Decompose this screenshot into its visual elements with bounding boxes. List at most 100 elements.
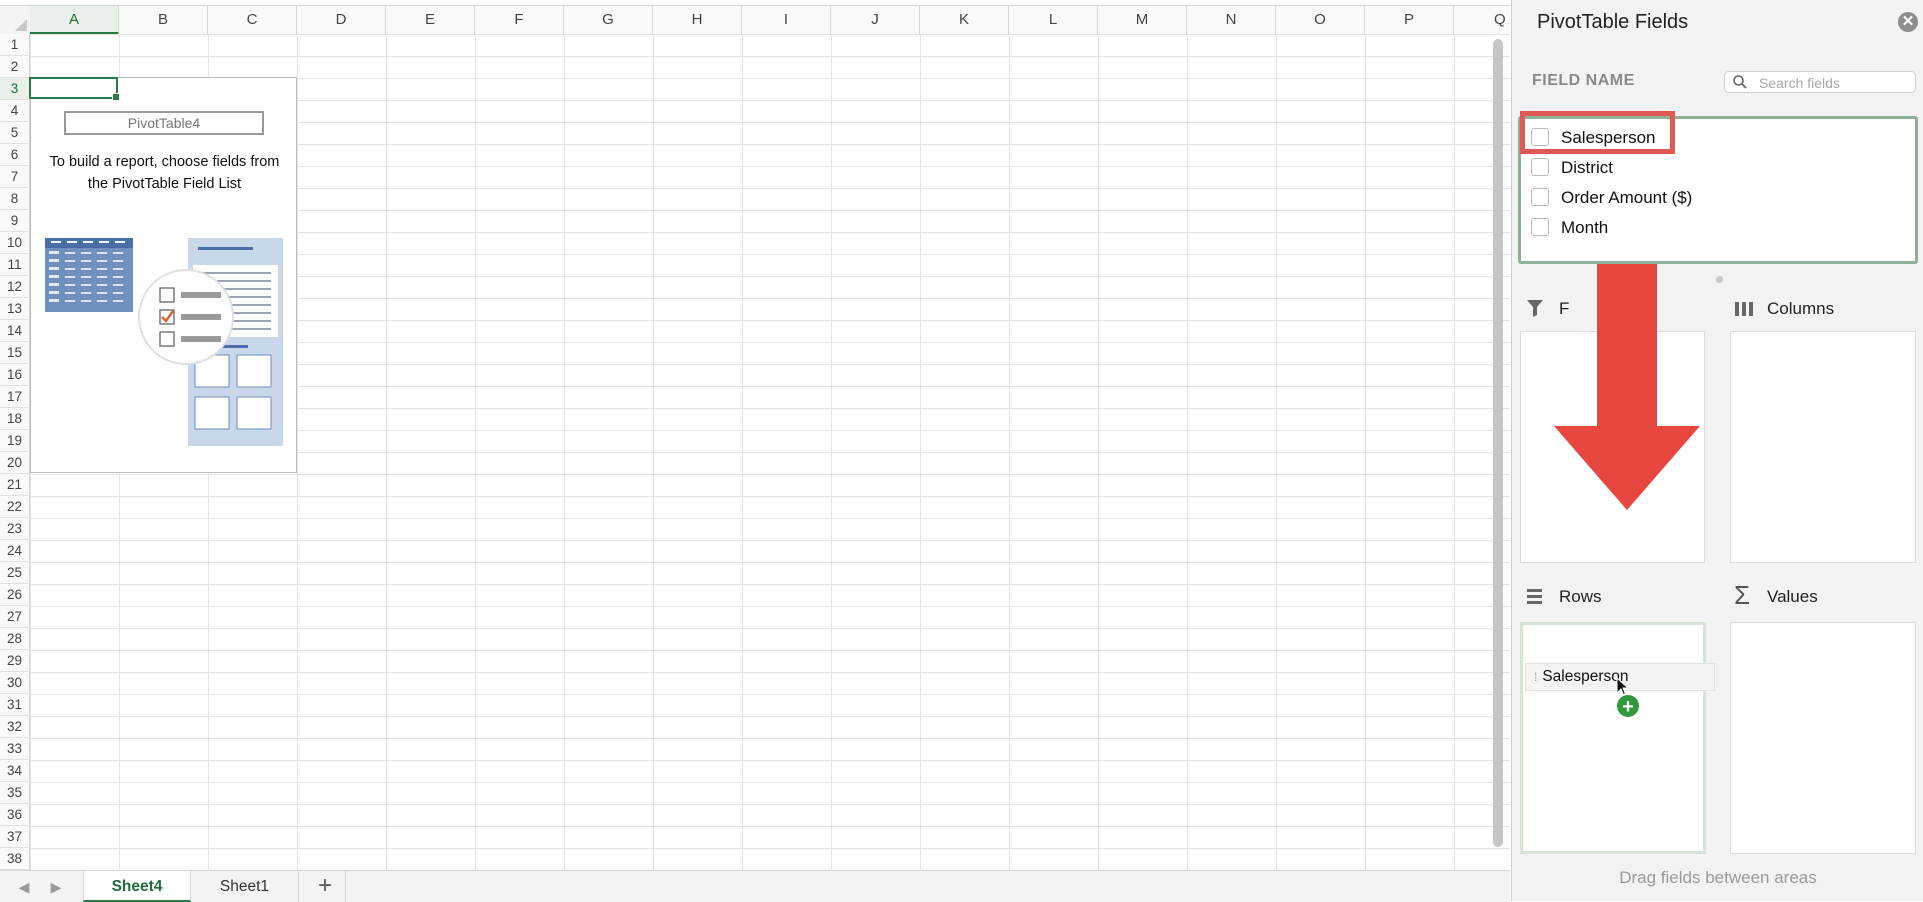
columns-drop-area[interactable]	[1730, 331, 1916, 563]
search-fields-input[interactable]	[1757, 73, 1911, 93]
add-sheet-button[interactable]: +	[305, 871, 346, 902]
drag-grip-icon: ⁞	[1534, 670, 1538, 684]
pivottable-instructions-line1: To build a report, choose fields from	[49, 154, 280, 170]
row-header[interactable]: 29	[0, 650, 30, 672]
column-header[interactable]: L	[1009, 6, 1098, 34]
row-header[interactable]: 38	[0, 848, 30, 870]
pivottable-name: PivotTable4	[64, 111, 264, 135]
field-label: Month	[1561, 218, 1609, 237]
row-header[interactable]: 33	[0, 738, 30, 760]
row-header[interactable]: 23	[0, 518, 30, 540]
row-header[interactable]: 8	[0, 188, 30, 210]
field-checkbox[interactable]	[1531, 218, 1549, 237]
field-checkbox[interactable]	[1531, 158, 1549, 177]
row-header[interactable]: 11	[0, 254, 30, 276]
column-header[interactable]: J	[831, 6, 920, 34]
row-header[interactable]: 36	[0, 804, 30, 826]
row-header[interactable]: 9	[0, 210, 30, 232]
rows-area-label: Rows	[1559, 587, 1602, 606]
row-header[interactable]: 14	[0, 320, 30, 342]
pane-splitter-handle[interactable]	[1716, 276, 1723, 283]
row-header[interactable]: 34	[0, 760, 30, 782]
sheet-tab-bar: ◀ ▶ Sheet4 Sheet1 +	[0, 870, 1510, 902]
row-header[interactable]: 15	[0, 342, 30, 364]
column-header[interactable]: B	[119, 6, 208, 34]
row-header[interactable]: 27	[0, 606, 30, 628]
column-header[interactable]: A	[30, 6, 119, 34]
row-header[interactable]: 7	[0, 166, 30, 188]
field-label: Order Amount ($)	[1561, 188, 1693, 207]
sheet-tab-sheet1[interactable]: Sheet1	[191, 871, 299, 902]
field-checkbox[interactable]	[1531, 188, 1549, 207]
row-header[interactable]: 31	[0, 694, 30, 716]
column-header[interactable]: F	[475, 6, 564, 34]
column-header[interactable]: C	[208, 6, 297, 34]
row-header[interactable]: 21	[0, 474, 30, 496]
row-header[interactable]: 5	[0, 122, 30, 144]
column-header[interactable]: H	[653, 6, 742, 34]
column-header[interactable]: M	[1098, 6, 1187, 34]
row-header[interactable]: 4	[0, 100, 30, 122]
row-header[interactable]: 28	[0, 628, 30, 650]
scrollbar-thumb[interactable]	[1493, 39, 1503, 847]
row-header[interactable]: 32	[0, 716, 30, 738]
search-box[interactable]	[1724, 71, 1916, 93]
pivottable-placeholder[interactable]: PivotTable4 To build a report, choose fi…	[30, 77, 297, 473]
field-item-month[interactable]: Month	[1531, 215, 1608, 241]
pane-footer-hint: Drag fields between areas	[1619, 868, 1817, 887]
add-plus-icon: +	[1615, 693, 1641, 719]
prev-sheet-arrow-icon[interactable]: ◀	[14, 877, 34, 897]
sheet-tab-sheet4[interactable]: Sheet4	[83, 871, 191, 902]
search-icon	[1733, 75, 1747, 89]
row-header[interactable]: 24	[0, 540, 30, 562]
column-header[interactable]: I	[742, 6, 831, 34]
pane-title: PivotTable Fields	[1537, 11, 1689, 33]
row-header[interactable]: 2	[0, 56, 30, 78]
red-down-arrow-icon	[1554, 264, 1700, 510]
column-header[interactable]: O	[1276, 6, 1365, 34]
row-header[interactable]: 19	[0, 430, 30, 452]
next-sheet-arrow-icon[interactable]: ▶	[46, 877, 66, 897]
column-header[interactable]: N	[1187, 6, 1276, 34]
field-item-district[interactable]: District	[1531, 155, 1613, 181]
column-header[interactable]: P	[1365, 6, 1454, 34]
row-header[interactable]: 13	[0, 298, 30, 320]
row-header[interactable]: 25	[0, 562, 30, 584]
pivottable-illustration-icon	[45, 238, 283, 446]
row-header[interactable]: 20	[0, 452, 30, 474]
row-header[interactable]: 35	[0, 782, 30, 804]
column-header-bar: A B C D E F G H I J K L M N O P Q	[0, 5, 1510, 35]
pivottable-instructions: To build a report, choose fields from th…	[31, 151, 298, 195]
column-header[interactable]: E	[386, 6, 475, 34]
row-header[interactable]: 30	[0, 672, 30, 694]
row-header[interactable]: 10	[0, 232, 30, 254]
select-all-corner[interactable]	[0, 6, 31, 34]
close-icon[interactable]: ✕	[1898, 12, 1918, 32]
row-header[interactable]: 26	[0, 584, 30, 606]
sigma-icon: Σ	[1734, 580, 1751, 610]
row-header[interactable]: 22	[0, 496, 30, 518]
row-header[interactable]: 17	[0, 386, 30, 408]
columns-area-label: Columns	[1767, 299, 1835, 318]
columns-icon	[1735, 302, 1753, 316]
row-header[interactable]: 37	[0, 826, 30, 848]
column-header[interactable]: Q	[1454, 6, 1510, 34]
row-header[interactable]: 18	[0, 408, 30, 430]
row-header[interactable]: 12	[0, 276, 30, 298]
values-area-label: Values	[1767, 587, 1818, 606]
vertical-scrollbar[interactable]	[1490, 36, 1506, 852]
field-item-order-amount[interactable]: Order Amount ($)	[1531, 185, 1692, 211]
row-header[interactable]: 6	[0, 144, 30, 166]
salesperson-highlight-box	[1520, 111, 1675, 154]
column-header[interactable]: D	[297, 6, 386, 34]
row-header[interactable]: 16	[0, 364, 30, 386]
row-header[interactable]: 3	[0, 78, 30, 100]
pivottable-instructions-line2: the PivotTable Field List	[87, 176, 242, 192]
rows-drop-area[interactable]	[1520, 622, 1706, 854]
values-drop-area[interactable]	[1730, 622, 1916, 854]
rows-icon	[1527, 589, 1542, 604]
row-header[interactable]: 1	[0, 34, 30, 56]
column-header[interactable]: G	[564, 6, 653, 34]
column-header[interactable]: K	[920, 6, 1009, 34]
active-cell-a3[interactable]	[29, 77, 120, 101]
